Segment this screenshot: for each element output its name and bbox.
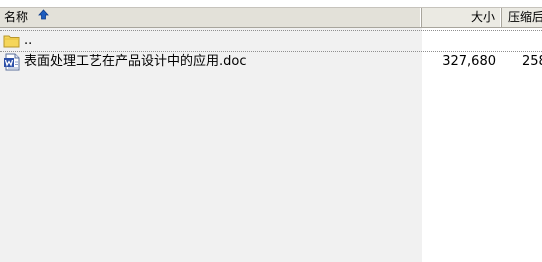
sort-ascending-icon xyxy=(37,8,49,26)
list-item-parent-folder[interactable]: .. xyxy=(0,30,542,52)
top-border xyxy=(0,0,542,8)
list-item-name: 表面处理工艺在产品设计中的应用.doc xyxy=(24,54,247,69)
word-document-icon xyxy=(3,53,21,71)
list-item-size: 327,680 xyxy=(442,54,496,69)
folder-icon xyxy=(3,32,21,50)
column-header-size[interactable]: 大小 xyxy=(422,8,502,27)
list-item-file[interactable]: 表面处理工艺在产品设计中的应用.doc 327,680 258 xyxy=(0,52,542,72)
file-list[interactable]: .. 表面处理工艺在产品设计中的应用.doc 327,680 258 xyxy=(0,28,542,262)
column-header-name-label: 名称 xyxy=(4,10,29,24)
list-item-name: .. xyxy=(24,33,33,48)
list-item-compressed-size: 258 xyxy=(522,54,542,69)
column-header-name[interactable]: 名称 xyxy=(0,8,422,27)
column-header-compressed[interactable]: 压缩后 xyxy=(502,8,542,27)
column-header-bar: 名称 大小 压缩后 xyxy=(0,8,542,28)
